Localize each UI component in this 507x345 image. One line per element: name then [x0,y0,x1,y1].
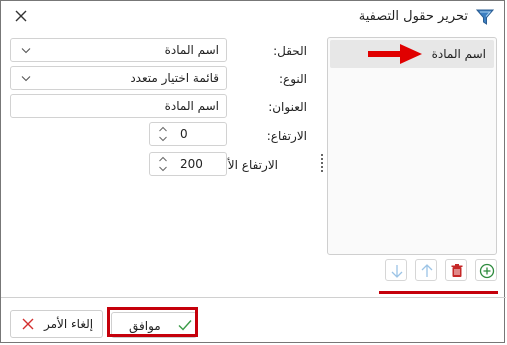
ok-button-label: موافق [129,319,161,333]
type-dropdown-value: قائمة اختيار متعدد [130,71,219,85]
caption-input[interactable]: اسم المادة [10,94,227,118]
list-item-label: اسم المادة [431,47,486,61]
cancel-button-label: إلغاء الأمر [44,317,94,331]
dialog-title: تحرير حقول التصفية [358,9,468,24]
field-dropdown[interactable]: اسم المادة [10,38,227,62]
spinner-arrows-icon[interactable] [158,155,168,173]
add-field-button[interactable] [475,259,497,281]
max-height-spinner-value: 200 [180,157,203,171]
height-spinner[interactable]: 0 [149,122,227,146]
delete-icon [451,264,463,277]
type-dropdown[interactable]: قائمة اختيار متعدد [10,66,227,90]
fields-list[interactable]: اسم المادة [327,37,497,255]
arrow-up-icon [421,264,433,277]
close-icon[interactable] [12,7,30,25]
splitter-grip[interactable] [321,154,323,172]
max-height-spinner[interactable]: 200 [149,152,227,176]
chevron-down-icon [21,48,31,54]
ok-button[interactable]: موافق [111,312,197,338]
list-item[interactable]: اسم المادة [330,40,494,68]
move-up-button[interactable] [415,259,437,281]
chevron-down-icon [21,76,31,82]
move-down-button[interactable] [385,259,407,281]
height-label: الارتفاع: [266,129,307,143]
annotation-underline [379,291,498,294]
title-bar: تحرير حقول التصفية [1,1,506,33]
edit-filter-fields-dialog: تحرير حقول التصفية اسم المادة الحقل: الن… [0,0,506,343]
caption-input-value: اسم المادة [164,99,219,113]
delete-field-button[interactable] [445,259,467,281]
cross-icon [22,318,34,330]
field-dropdown-value: اسم المادة [164,43,219,57]
checkmark-icon [178,320,192,331]
arrow-down-icon [391,265,403,278]
add-icon [479,263,495,279]
annotation-arrow-icon [368,44,422,64]
height-spinner-value: 0 [180,127,188,141]
footer-divider [1,297,506,298]
spinner-arrows-icon[interactable] [158,125,168,143]
field-label: الحقل: [273,44,307,58]
filter-icon [476,9,494,25]
caption-label: العنوان: [268,100,307,114]
cancel-button[interactable]: إلغاء الأمر [10,310,103,338]
type-label: النوع: [278,72,307,86]
